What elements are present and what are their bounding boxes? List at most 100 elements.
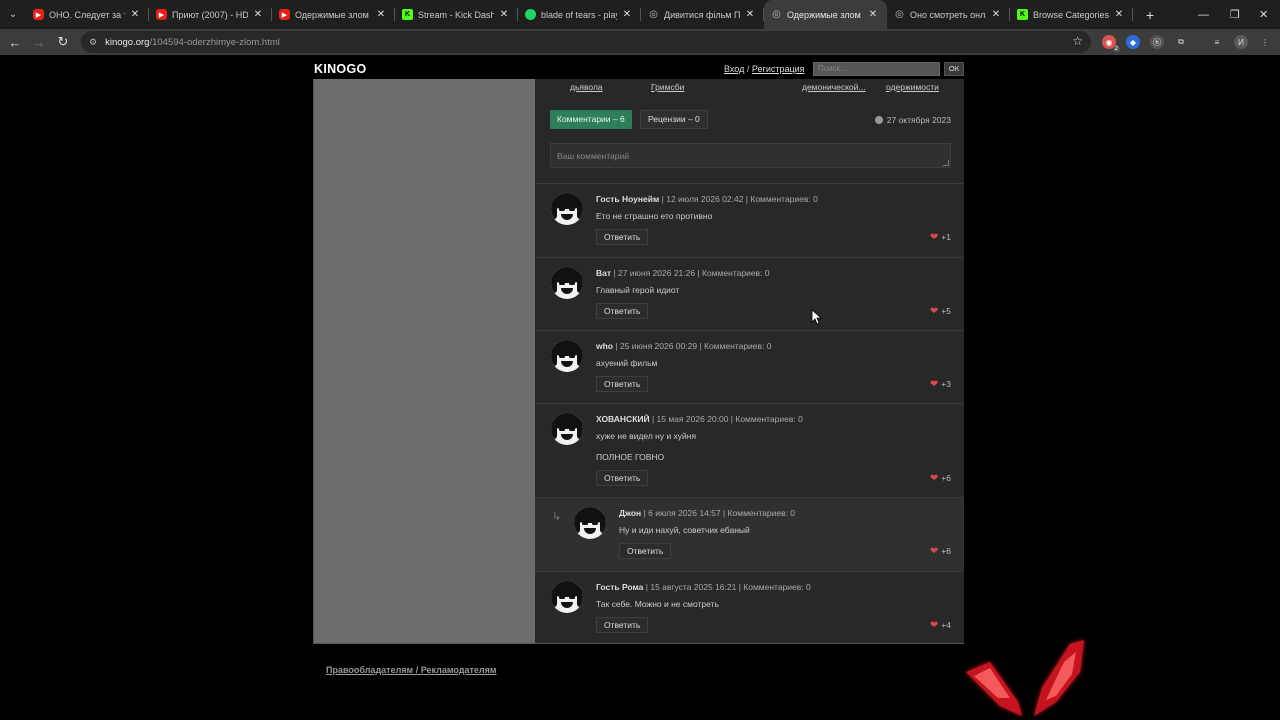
reload-button[interactable]: ↻: [51, 30, 75, 54]
rating-value: +4: [941, 620, 951, 630]
bookmark-star-icon[interactable]: ☆: [1072, 34, 1083, 48]
comment-rating[interactable]: ❤ +1: [930, 232, 951, 243]
comment-author[interactable]: Ват: [596, 268, 611, 278]
tab-reviews[interactable]: Рецензии – 0: [640, 110, 708, 129]
reply-button[interactable]: Ответить: [596, 303, 649, 319]
comment-author[interactable]: Гость Рома: [596, 582, 643, 592]
close-icon[interactable]: ✕: [498, 9, 510, 20]
tab-search-button[interactable]: ⌄: [0, 0, 26, 29]
browser-tab[interactable]: ◎ Дивитися фільм При ✕: [641, 0, 764, 29]
comment-text: ахуений фильм: [596, 358, 658, 368]
extension-badge: 2: [1112, 46, 1120, 52]
login-link[interactable]: Вход: [724, 64, 744, 74]
youtube-icon: ▶: [156, 9, 167, 20]
heart-icon[interactable]: ❤: [930, 379, 938, 390]
forward-button[interactable]: →: [27, 30, 51, 54]
comment-meta: Гость Рома | 15 августа 2025 16:21 | Ком…: [596, 582, 811, 592]
browser-toolbar: ← → ↻ ⚙ kinogo.org/104594-oderzhimye-zlo…: [0, 29, 1280, 55]
comment-item: Гость Ноунейм | 12 июля 2026 02:42 | Ком…: [535, 183, 964, 257]
content-box: дьявола Гримсби демонической... одержимо…: [313, 79, 964, 644]
comment-textarea[interactable]: Ваш комментарий: [550, 143, 951, 168]
reply-button[interactable]: Ответить: [596, 470, 649, 486]
close-icon[interactable]: ✕: [867, 9, 879, 20]
reply-button[interactable]: Ответить: [619, 543, 672, 559]
heart-icon[interactable]: ❤: [930, 546, 938, 557]
close-icon[interactable]: ✕: [621, 9, 633, 20]
comment-item: Ват | 27 июня 2026 21:26 | Комментариев:…: [535, 257, 964, 330]
comment-meta: who | 25 июня 2026 00:29 | Комментариев:…: [596, 341, 771, 351]
glowing-eyes-overlay: [966, 640, 1084, 716]
comment-author[interactable]: ХОВАНСКИЙ: [596, 414, 650, 424]
extension-icon[interactable]: ⓗ: [1150, 35, 1164, 49]
close-icon[interactable]: ✕: [375, 9, 387, 20]
close-icon[interactable]: ✕: [990, 9, 1002, 20]
tab-title: Одержимые злом –: [295, 9, 371, 20]
comment-author[interactable]: who: [596, 341, 613, 351]
heart-icon[interactable]: ❤: [930, 306, 938, 317]
browser-tab[interactable]: blade of tears - playli ✕: [518, 0, 641, 29]
clock-icon: [874, 116, 883, 124]
browser-tab-active[interactable]: ◎ Одержимые злом (2 ✕: [764, 0, 887, 29]
site-logo[interactable]: KINOGO: [314, 62, 367, 76]
comment-info: | 15 августа 2025 16:21 | Комментариев: …: [643, 582, 811, 592]
search-button[interactable]: ОК: [944, 62, 964, 76]
tag-link[interactable]: одержимости: [886, 82, 939, 92]
restore-button[interactable]: ❐: [1230, 0, 1240, 29]
comment-text: Главный герой идиот: [596, 285, 680, 295]
site-settings-icon[interactable]: ⚙: [89, 37, 97, 48]
comment-rating[interactable]: ❤ +4: [930, 620, 951, 631]
back-button[interactable]: ←: [3, 30, 27, 54]
heart-icon[interactable]: ❤: [930, 620, 938, 631]
tag-link[interactable]: Гримсби: [651, 82, 684, 92]
browser-tab[interactable]: ◎ Оно смотреть онлай ✕: [887, 0, 1010, 29]
comment-text: хуже не видел ну и хуйня: [596, 431, 697, 441]
comment-author[interactable]: Джон: [619, 508, 641, 518]
minimize-button[interactable]: —: [1198, 0, 1209, 29]
rating-value: +3: [941, 379, 951, 389]
heart-icon[interactable]: ❤: [930, 473, 938, 484]
auth-links: Вход / Регистрация: [724, 64, 805, 74]
close-icon[interactable]: ✕: [744, 9, 756, 20]
tag-link[interactable]: демонической...: [802, 82, 865, 92]
footer-link[interactable]: Правообладателям / Рекламодателям: [326, 665, 497, 675]
comment-rating[interactable]: ❤ +3: [930, 379, 951, 390]
tags-row: дьявола Гримсби демонической... одержимо…: [535, 79, 964, 97]
search-input[interactable]: Поиск...: [813, 62, 940, 76]
avatar: [551, 267, 583, 299]
media-control-icon[interactable]: ≡: [1210, 35, 1224, 49]
extension-icon[interactable]: ◉ 2: [1102, 35, 1120, 52]
browser-tab[interactable]: K Browse Categories - ✕: [1010, 0, 1133, 29]
comment-author[interactable]: Гость Ноунейм: [596, 194, 659, 204]
comment-meta: Джон | 6 июля 2026 14:57 | Комментариев:…: [619, 508, 795, 518]
close-icon[interactable]: ✕: [252, 9, 264, 20]
close-icon[interactable]: ✕: [129, 9, 141, 20]
mouse-cursor-icon: [811, 309, 821, 325]
heart-icon[interactable]: ❤: [930, 232, 938, 243]
comment-rating[interactable]: ❤ +6: [930, 546, 951, 557]
browser-tab[interactable]: ▶ Приют (2007) - HD Т ✕: [149, 0, 272, 29]
new-tab-button[interactable]: +: [1137, 7, 1163, 23]
tag-link[interactable]: дьявола: [570, 82, 603, 92]
reply-button[interactable]: Ответить: [596, 229, 649, 245]
close-icon[interactable]: ✕: [1113, 9, 1125, 20]
puzzle-icon[interactable]: ⧉: [1174, 35, 1188, 49]
browser-tab[interactable]: ▶ Одержимые злом – ✕: [272, 0, 395, 29]
reply-button[interactable]: Ответить: [596, 376, 649, 392]
tab-title: Приют (2007) - HD Т: [172, 9, 248, 20]
reply-button[interactable]: Ответить: [596, 617, 649, 633]
comment-rating[interactable]: ❤ +5: [930, 306, 951, 317]
extension-icon[interactable]: ◆: [1126, 35, 1140, 49]
profile-avatar[interactable]: И: [1234, 35, 1248, 49]
comment-rating[interactable]: ❤ +6: [930, 473, 951, 484]
tab-comments[interactable]: Комментарии – 6: [550, 110, 632, 129]
close-icon: ✕: [1259, 9, 1269, 21]
reload-icon: ↻: [57, 34, 69, 49]
close-window-button[interactable]: ✕: [1259, 0, 1268, 29]
rating-value: +5: [941, 306, 951, 316]
browser-tab[interactable]: ▶ ОНО. Следует за тоб ✕: [26, 0, 149, 29]
auth-separator: /: [746, 64, 750, 74]
address-bar[interactable]: ⚙ kinogo.org/104594-oderzhimye-zlom.html…: [81, 31, 1091, 53]
menu-kebab-icon[interactable]: ⋮: [1258, 35, 1272, 49]
browser-tab[interactable]: K Stream - Kick Dashbo ✕: [395, 0, 518, 29]
register-link[interactable]: Регистрация: [752, 64, 805, 74]
